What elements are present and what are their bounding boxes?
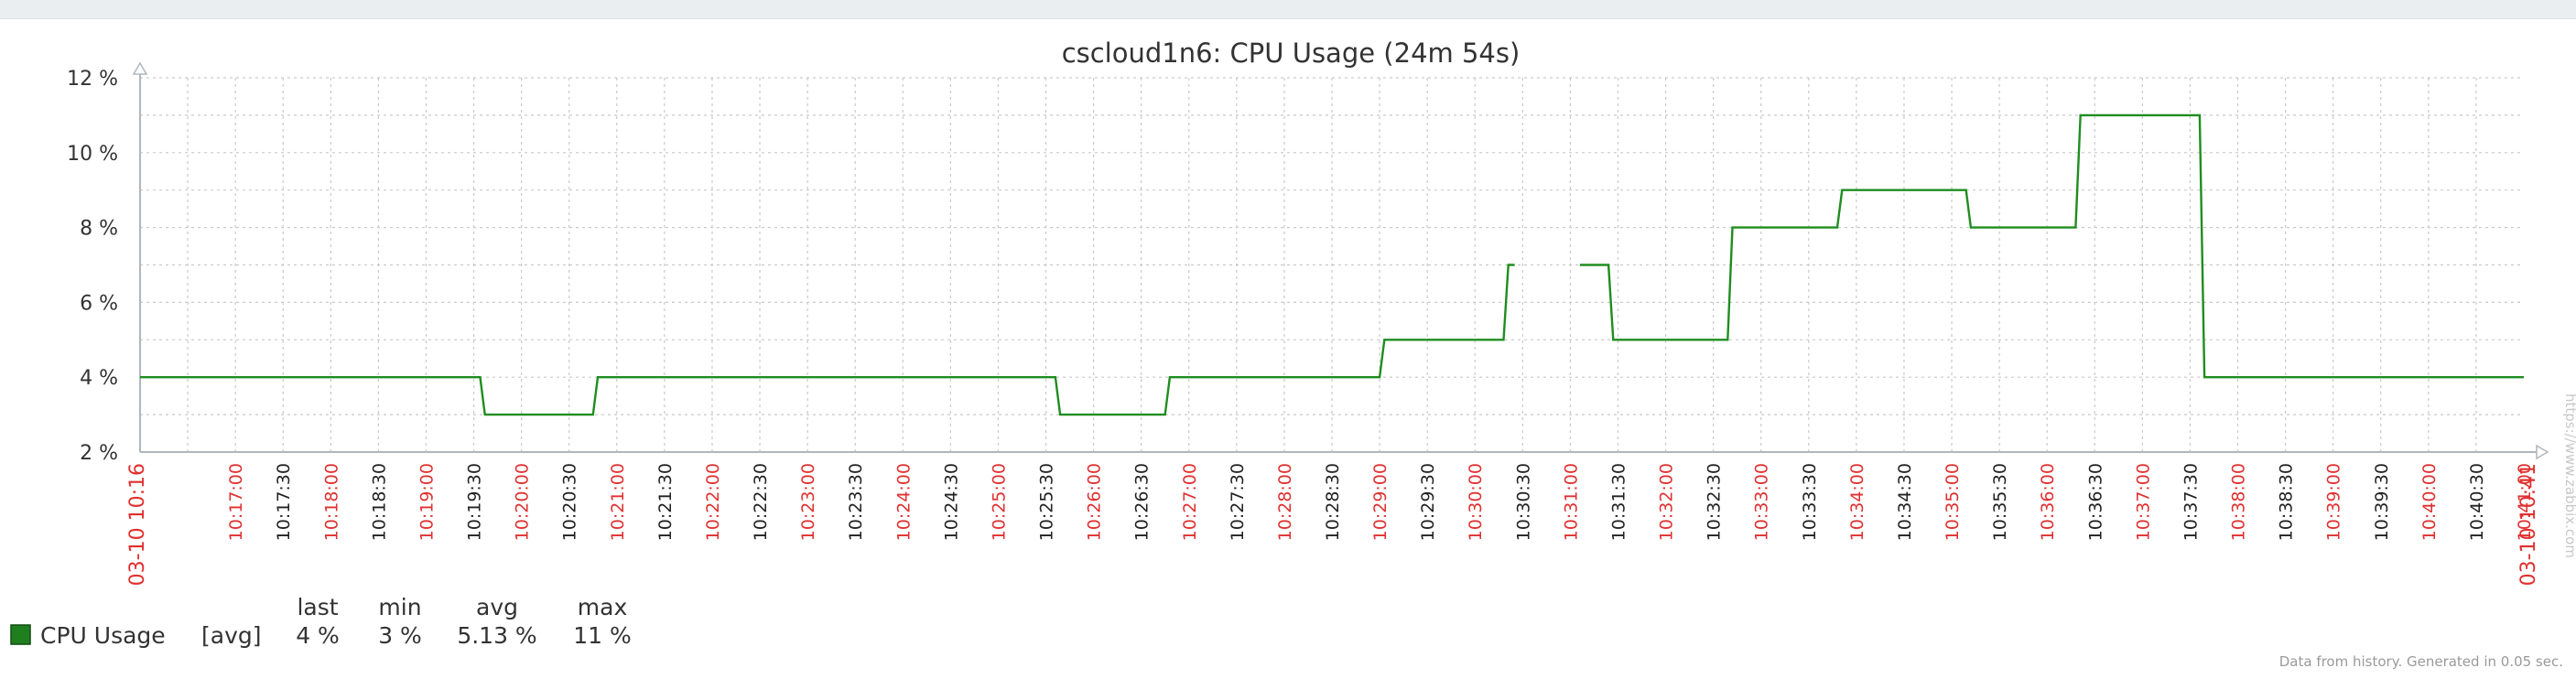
- watermark-url: https://www.zabbix.com: [2562, 393, 2576, 558]
- y-tick-label: 4 %: [80, 367, 118, 390]
- x-tick-label: 10:32:00: [1657, 463, 1677, 541]
- x-tick-label: 10:33:00: [1752, 463, 1772, 541]
- x-tick-label: 10:28:30: [1323, 463, 1343, 541]
- x-tick-label: 10:20:30: [560, 463, 580, 541]
- x-tick-label: 10:19:00: [417, 463, 437, 541]
- legend-series-func: [avg]: [201, 622, 262, 649]
- legend-value-avg: 5.13 %: [457, 622, 536, 649]
- y-axis-tick-labels: 2 % 4 % 6 % 8 % 10 % 12 %: [67, 68, 118, 465]
- legend-header-max: max: [578, 594, 627, 620]
- x-tick-label: 10:17:00: [226, 463, 246, 541]
- x-axis-arrow: [2536, 444, 2549, 460]
- y-axis-arrow: [132, 61, 148, 75]
- y-tick-label: 10 %: [67, 143, 118, 166]
- x-tick-label: 10:23:00: [798, 463, 818, 541]
- y-tick-label: 6 %: [80, 292, 118, 315]
- y-tick-label: 2 %: [80, 442, 118, 465]
- y-tick-label: 12 %: [67, 68, 118, 91]
- legend-header-last: last: [297, 594, 338, 620]
- chart-title: cscloud1n6: CPU Usage (24m 54s): [1062, 38, 1521, 69]
- x-tick-label: 10:38:00: [2229, 463, 2249, 541]
- legend-header-avg: avg: [476, 594, 518, 620]
- x-tick-label: 10:36:30: [2085, 463, 2105, 541]
- x-tick-label: 10:21:30: [655, 463, 676, 541]
- x-tick-label: 10:28:00: [1275, 463, 1295, 541]
- legend-value-min: 3 %: [378, 622, 422, 649]
- x-tick-label: 10:21:00: [608, 463, 628, 541]
- x-tick-label: 10:19:30: [465, 463, 485, 541]
- legend-color-swatch: [10, 624, 31, 645]
- x-tick-label: 10:40:00: [2419, 463, 2440, 541]
- x-tick-label: 03-10 10:41: [2517, 463, 2540, 586]
- x-tick-label: 03-10 10:16: [126, 463, 149, 586]
- grid-lines: [140, 77, 2524, 453]
- x-tick-label: 10:37:30: [2181, 463, 2201, 541]
- x-tick-label: 10:38:30: [2277, 463, 2297, 541]
- x-tick-label: 10:25:00: [989, 463, 1009, 541]
- x-tick-label: 10:34:00: [1847, 463, 1867, 541]
- legend-header-min: min: [378, 594, 421, 620]
- x-tick-label: 10:36:00: [2038, 463, 2058, 541]
- x-tick-label: 10:30:30: [1513, 463, 1533, 541]
- x-tick-label: 10:29:00: [1370, 463, 1391, 541]
- cpu-usage-graph[interactable]: cscloud1n6: CPU Usage (24m 54s) 2 % 4 % 6 …: [0, 0, 2576, 679]
- x-tick-label: 10:31:30: [1608, 463, 1629, 541]
- x-tick-label: 10:34:30: [1895, 463, 1915, 541]
- x-tick-label: 10:18:00: [321, 463, 341, 541]
- x-tick-label: 10:20:00: [513, 463, 533, 541]
- x-tick-label: 10:35:00: [1943, 463, 1963, 541]
- x-tick-label: 10:40:30: [2467, 463, 2487, 541]
- x-axis-tick-labels: 03-10 10:16 10:17:00 10:17:30 10:18:00 10:18…: [126, 463, 2540, 586]
- axes: [132, 61, 2549, 460]
- x-tick-label: 10:26:30: [1132, 463, 1153, 541]
- x-tick-label: 10:25:30: [1037, 463, 1057, 541]
- x-tick-label: 10:33:30: [1800, 463, 1820, 541]
- x-tick-label: 10:24:00: [893, 463, 914, 541]
- x-tick-label: 10:26:00: [1085, 463, 1105, 541]
- x-tick-label: 10:23:30: [846, 463, 866, 541]
- x-tick-label: 10:32:30: [1705, 463, 1725, 541]
- legend-series-name: CPU Usage: [40, 622, 166, 649]
- x-tick-label: 10:29:30: [1418, 463, 1438, 541]
- x-tick-label: 10:22:30: [751, 463, 771, 541]
- x-tick-label: 10:27:00: [1180, 463, 1200, 541]
- x-tick-label: 10:37:00: [2133, 463, 2153, 541]
- x-tick-label: 10:22:00: [703, 463, 723, 541]
- x-tick-label: 10:18:30: [369, 463, 389, 541]
- x-tick-label: 10:30:00: [1466, 463, 1486, 541]
- legend: last min avg max CPU Usage [avg] 4 % 3 %…: [10, 594, 632, 649]
- legend-value-last: 4 %: [296, 622, 340, 649]
- x-tick-label: 10:39:00: [2324, 463, 2344, 541]
- legend-value-max: 11 %: [573, 622, 632, 649]
- x-tick-label: 10:24:30: [941, 463, 961, 541]
- x-tick-label: 10:17:30: [274, 463, 294, 541]
- x-tick-label: 10:27:30: [1228, 463, 1248, 541]
- footer-note: Data from history. Generated in 0.05 sec…: [2278, 653, 2563, 670]
- x-tick-label: 10:39:30: [2372, 463, 2392, 541]
- x-tick-label: 10:31:00: [1561, 463, 1581, 541]
- series-line-cpu-usage: [1579, 113, 2524, 379]
- y-tick-label: 8 %: [80, 218, 118, 241]
- x-tick-label: 10:35:30: [1990, 463, 2010, 541]
